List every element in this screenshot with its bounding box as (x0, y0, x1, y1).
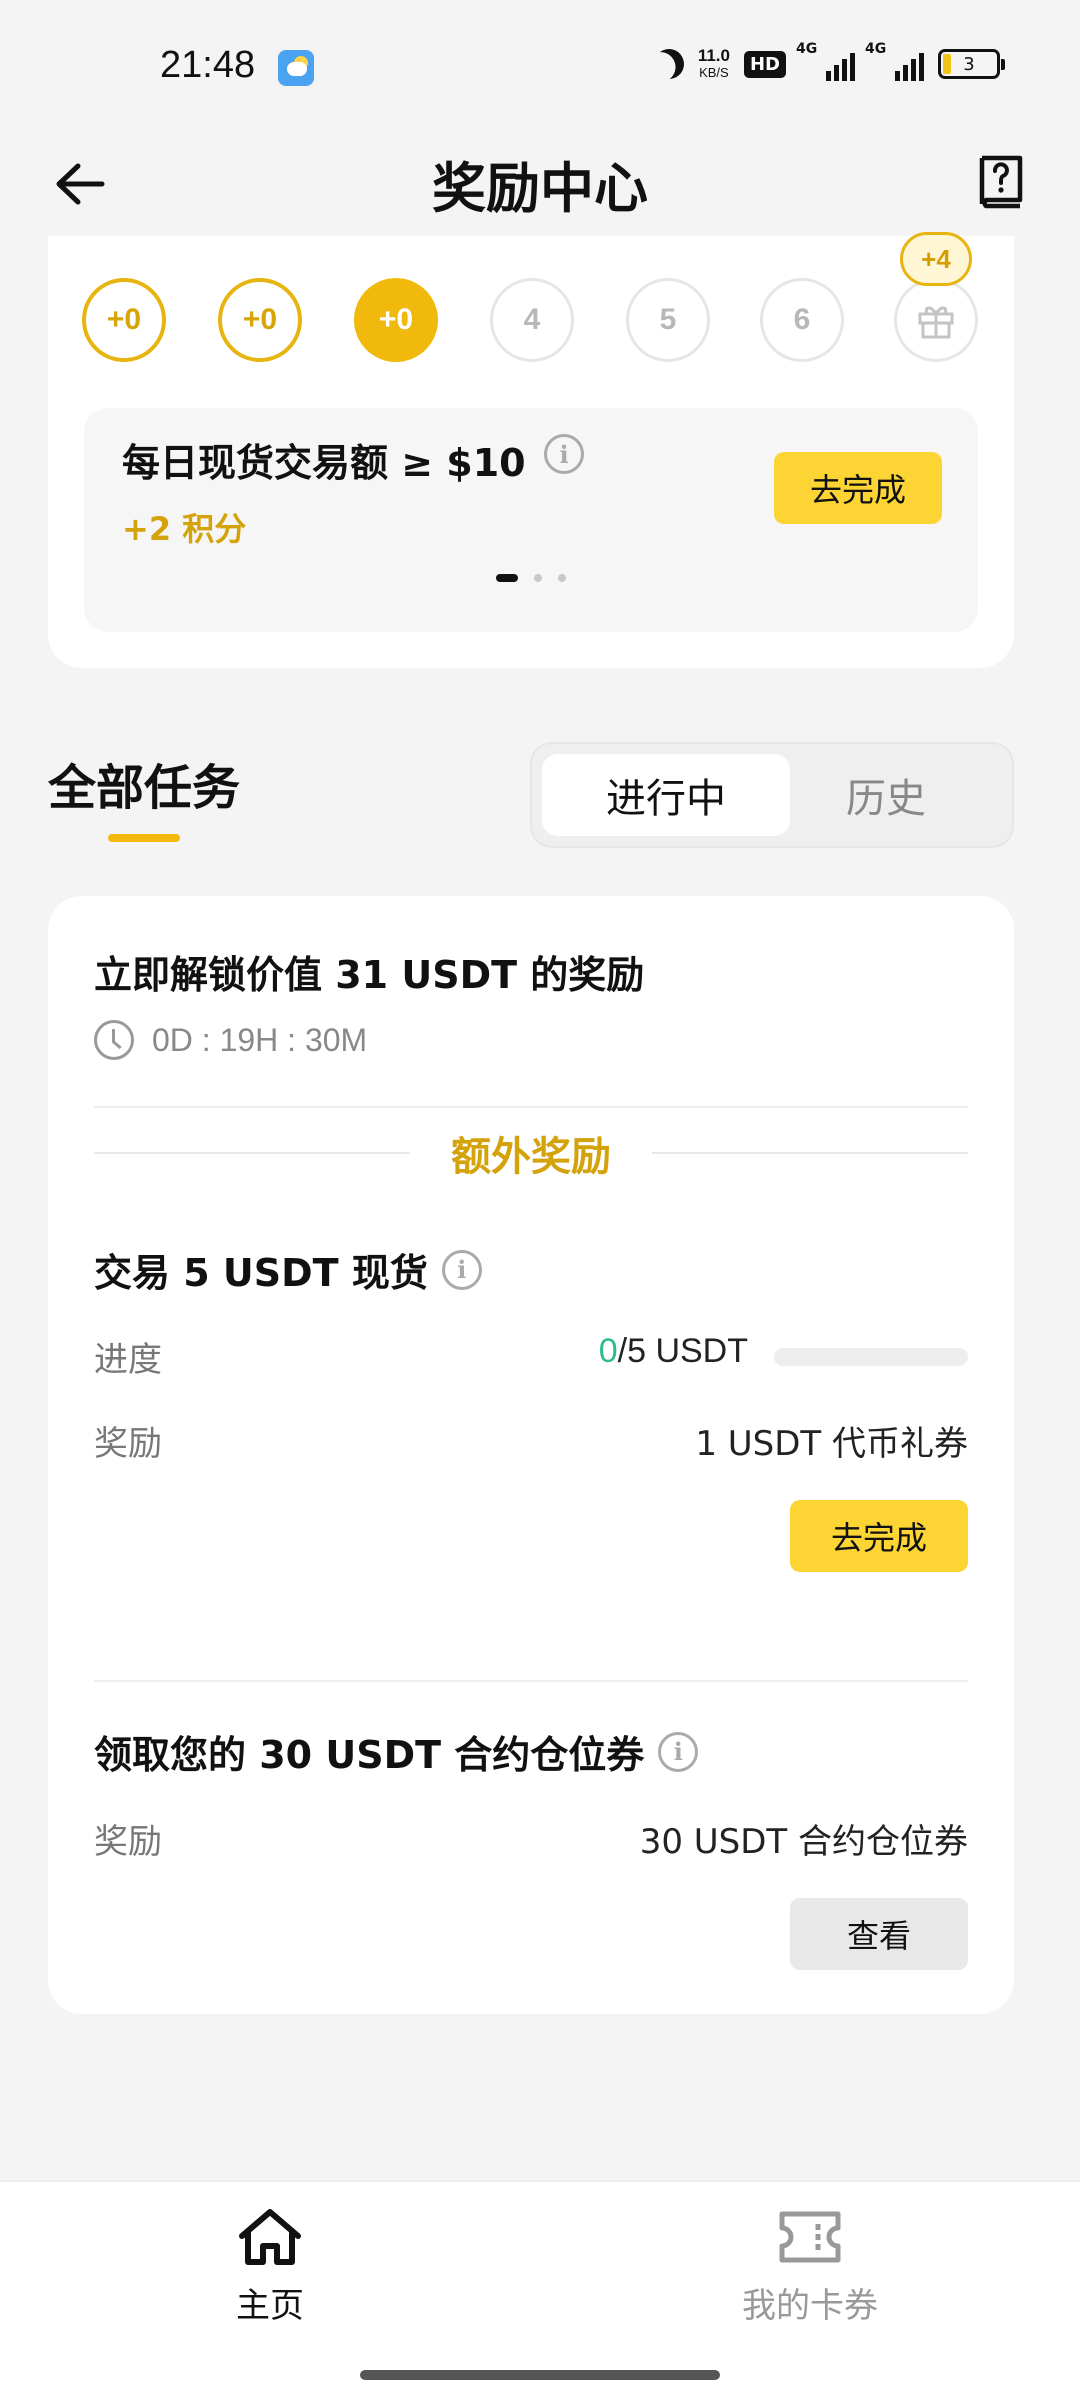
carousel-dot-active (496, 574, 518, 582)
countdown-timer: 0D : 19H : 30M (94, 1020, 367, 1060)
carousel-dot (534, 574, 542, 582)
progress-current: 0 (598, 1332, 618, 1370)
status-indicators: 11.0 KB/S HD 4G 4G 3 (654, 41, 1005, 84)
nav-home[interactable]: 主页 (120, 2206, 420, 2327)
divider (94, 1106, 968, 1108)
network-speed-unit: KB/S (699, 64, 729, 80)
nav-my-vouchers-label: 我的卡券 (742, 2286, 878, 2326)
do-not-disturb-moon-icon (650, 45, 688, 83)
signal-1-label: 4G (796, 41, 818, 57)
app-header: 奖励中心 (0, 130, 1080, 240)
checkin-day-1: +0 (82, 278, 166, 362)
nav-my-vouchers[interactable]: 我的卡券 (660, 2206, 960, 2327)
task-status-tabs: 进行中 历史 (530, 742, 1014, 848)
info-icon[interactable]: i (441, 1249, 482, 1290)
daily-task-go-button[interactable]: 去完成 (774, 452, 942, 524)
spot-trade-go-button[interactable]: 去完成 (790, 1500, 968, 1572)
progress-value: 0/5 USDT (599, 1332, 748, 1371)
checkin-card: +0 +0 +0 4 5 6 +4 每日现货交易额 ≥ $10 i +2 积分 … (48, 232, 1014, 668)
progress-total: /5 USDT (617, 1332, 748, 1370)
gift-icon (918, 306, 954, 339)
info-icon[interactable]: i (544, 434, 584, 474)
help-button[interactable] (972, 150, 1028, 214)
daily-task-title: 每日现货交易额 ≥ $10 i (122, 432, 584, 487)
hd-voice-icon: HD (743, 50, 786, 78)
gift-reward-badge: +4 (900, 232, 972, 286)
battery-icon: 3 (938, 49, 1005, 79)
status-time: 21:48 (160, 44, 256, 86)
spot-trade-task-title: 交易 5 USDT 现货 i (94, 1242, 482, 1297)
futures-voucher-task-title-text: 领取您的 30 USDT 合约仓位券 (94, 1733, 645, 1777)
ticket-icon (779, 2211, 841, 2263)
signal-2-icon: 4G (865, 41, 924, 81)
all-tasks-title: 全部任务 (48, 760, 241, 816)
bottom-navigation: 主页 我的卡券 (0, 2180, 1080, 2400)
reward-label: 奖励 (94, 1424, 162, 1464)
signal-2-label: 4G (865, 41, 887, 57)
futures-voucher-task-title: 领取您的 30 USDT 合约仓位券 i (94, 1724, 699, 1779)
progress-label: 进度 (94, 1340, 162, 1380)
divider (94, 1680, 968, 1682)
reward-label: 奖励 (94, 1822, 162, 1862)
weather-app-icon (278, 50, 314, 86)
tab-history[interactable]: 历史 (762, 754, 1010, 836)
view-button[interactable]: 查看 (790, 1898, 968, 1970)
daily-task-points: +2 积分 (122, 510, 247, 548)
signal-1-icon: 4G (796, 41, 855, 81)
carousel-dots (84, 574, 978, 582)
status-bar: 21:48 11.0 KB/S HD 4G 4G 3 (0, 0, 1080, 130)
reward-card: 立即解锁价值 31 USDT 的奖励 0D : 19H : 30M 额外奖励 交… (48, 896, 1014, 2014)
home-icon (239, 2209, 301, 2265)
spot-trade-task-title-text: 交易 5 USDT 现货 (94, 1251, 428, 1295)
extra-reward-line-right (652, 1152, 968, 1154)
unlock-reward-title: 立即解锁价值 31 USDT 的奖励 (94, 953, 645, 997)
checkin-day-5: 5 (626, 278, 710, 362)
page-title: 奖励中心 (432, 157, 648, 220)
network-speed-value: 11.0 (697, 45, 730, 65)
checkin-day-2: +0 (218, 278, 302, 362)
network-speed: 11.0 KB/S (697, 45, 730, 81)
home-indicator (360, 2370, 720, 2380)
progress-bar (774, 1348, 968, 1366)
info-icon[interactable]: i (658, 1731, 699, 1772)
daily-task-title-text: 每日现货交易额 ≥ $10 (122, 441, 526, 485)
all-tasks-underline (108, 834, 180, 842)
carousel-dot (558, 574, 566, 582)
reward-value: 1 USDT 代币礼券 (695, 1424, 968, 1464)
reward-value: 30 USDT 合约仓位券 (639, 1822, 968, 1862)
daily-task-box: 每日现货交易额 ≥ $10 i +2 积分 去完成 (84, 408, 978, 632)
checkin-day-7-gift (894, 278, 978, 362)
nav-home-label: 主页 (236, 2286, 304, 2326)
tab-in-progress[interactable]: 进行中 (542, 754, 790, 836)
battery-level: 3 (963, 53, 975, 75)
clock-icon (94, 1020, 134, 1060)
checkin-day-4: 4 (490, 278, 574, 362)
checkin-day-6: 6 (760, 278, 844, 362)
countdown-text: 0D : 19H : 30M (152, 1021, 368, 1058)
question-book-icon (979, 155, 1023, 209)
checkin-day-3: +0 (354, 278, 438, 362)
